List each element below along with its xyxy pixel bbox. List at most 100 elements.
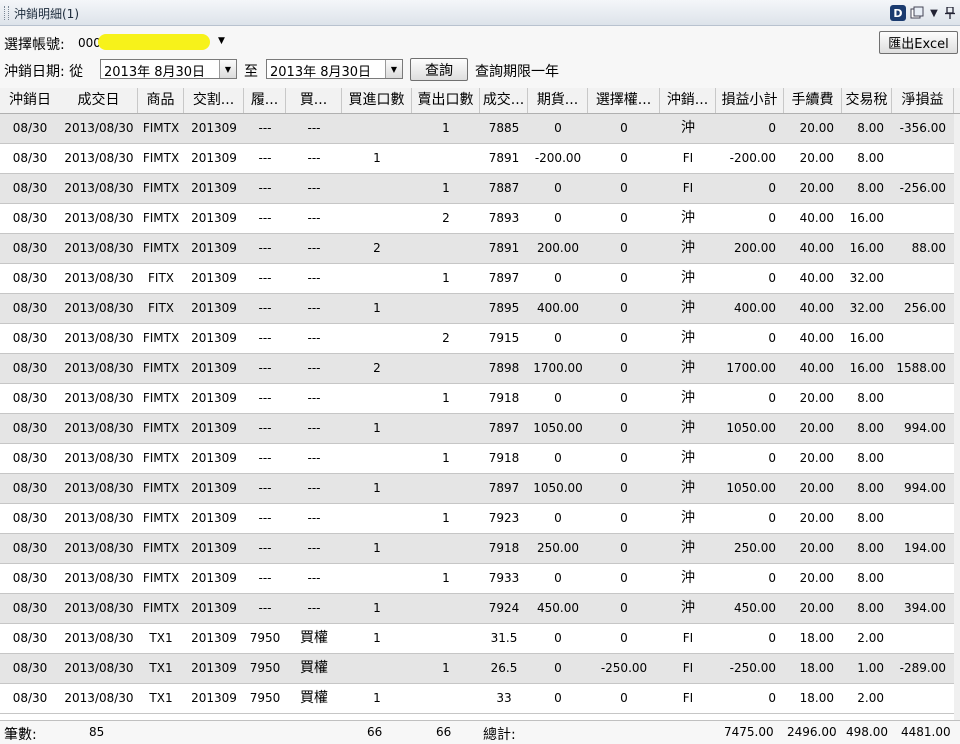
- vertical-scrollbar[interactable]: [954, 114, 960, 720]
- account-select[interactable]: 000 ▼: [76, 33, 230, 53]
- table-row[interactable]: 08/30 2013/08/30 TX1 201309 7950 買權 1 33 0 0 FI 0 18…: [0, 684, 954, 714]
- table-row[interactable]: 08/30 2013/08/30 FIMTX 201309 --- --- 1 7887 0 0 F…: [0, 174, 954, 204]
- calendar-dropdown-icon[interactable]: ▼: [385, 60, 402, 78]
- table-row[interactable]: 08/30 2013/08/30 FIMTX 201309 --- --- 1 7891 -20…: [0, 144, 954, 174]
- date-to-picker[interactable]: 2013年 8月30日 ▼: [266, 59, 403, 80]
- cell-delivery-month: 201309: [191, 181, 237, 195]
- sell-total: 66: [436, 725, 452, 739]
- query-button[interactable]: 查詢: [410, 58, 468, 81]
- table-row[interactable]: 08/30 2013/08/30 FIMTX 201309 --- --- 1 7924 450…: [0, 594, 954, 624]
- column-header-strike[interactable]: 履...: [244, 88, 286, 113]
- date-from-picker[interactable]: 2013年 8月30日 ▼: [100, 59, 237, 80]
- column-header-net-pl[interactable]: 淨損益: [892, 88, 954, 113]
- calendar-dropdown-icon[interactable]: ▼: [219, 60, 236, 78]
- cell-offset-date: 08/30: [12, 241, 48, 255]
- cell-strike: ---: [258, 511, 272, 525]
- cell-sell-qty: [412, 594, 480, 623]
- table-row[interactable]: 08/30 2013/08/30 FITX 201309 --- --- 1 7897 0 0 沖 0…: [0, 264, 954, 294]
- column-header-delivery-month[interactable]: 交割...: [184, 88, 244, 113]
- table-row[interactable]: 08/30 2013/08/30 FIMTX 201309 --- --- 2 7915 0 0 沖…: [0, 324, 954, 354]
- column-header-offset-type[interactable]: 沖銷...: [660, 88, 716, 113]
- cell-product: FIMTX: [142, 451, 180, 465]
- table-row[interactable]: 08/30 2013/08/30 FIMTX 201309 --- --- 1 7923 0 0 沖…: [0, 504, 954, 534]
- record-count: 85: [89, 725, 105, 739]
- table-row[interactable]: 08/30 2013/08/30 FIMTX 201309 --- --- 1 7933 0 0 沖…: [0, 564, 954, 594]
- cell-trade-price: 7923: [488, 511, 520, 525]
- cell-net-pl: [892, 444, 946, 473]
- cell-trade-date: 2013/08/30: [64, 211, 134, 225]
- table-row[interactable]: 08/30 2013/08/30 FIMTX 201309 --- --- 1 7897 105…: [0, 474, 954, 504]
- column-header-call-put[interactable]: 買...: [286, 88, 342, 113]
- cell-sell-qty: [412, 234, 480, 263]
- column-header-buy-qty[interactable]: 買進口數: [342, 88, 412, 113]
- cell-trade-date: 2013/08/30: [64, 151, 134, 165]
- table-row[interactable]: 08/30 2013/08/30 FIMTX 201309 --- --- 1 7897 105…: [0, 414, 954, 444]
- cell-product: FIMTX: [142, 391, 180, 405]
- count-label: 筆數:: [4, 727, 37, 743]
- cell-strike: ---: [258, 121, 272, 135]
- pin-icon[interactable]: [944, 5, 956, 21]
- cell-net-pl: [892, 624, 946, 653]
- column-header-futures-pl[interactable]: 期貨...: [528, 88, 588, 113]
- column-header-pl-subtotal[interactable]: 損益小計: [716, 88, 784, 113]
- cell-options-pl: 0: [620, 421, 628, 435]
- cell-sell-qty: 1: [442, 271, 450, 285]
- cell-sell-qty: [412, 534, 480, 563]
- cell-pl-subtotal: 450.00: [734, 601, 776, 615]
- cell-net-pl: [892, 144, 946, 173]
- column-header-options-pl[interactable]: 選擇權...: [588, 88, 660, 113]
- cell-trade-date: 2013/08/30: [64, 331, 134, 345]
- cell-buy-qty: [342, 504, 412, 533]
- column-header-trade-price[interactable]: 成交...: [480, 88, 528, 113]
- cell-trade-date: 2013/08/30: [64, 241, 134, 255]
- table-row[interactable]: 08/30 2013/08/30 FITX 201309 --- --- 1 7895 400.…: [0, 294, 954, 324]
- table-row[interactable]: 08/30 2013/08/30 FIMTX 201309 --- --- 1 7918 0 0 沖…: [0, 444, 954, 474]
- table-row[interactable]: 08/30 2013/08/30 FIMTX 201309 --- --- 2 7891 200…: [0, 234, 954, 264]
- d-logo-icon[interactable]: D: [890, 5, 906, 21]
- column-header-fee[interactable]: 手續費: [784, 88, 842, 113]
- column-header-trade-date[interactable]: 成交日: [60, 88, 138, 113]
- cell-strike: ---: [258, 361, 272, 375]
- column-header-product[interactable]: 商品: [138, 88, 184, 113]
- table-row[interactable]: 08/30 2013/08/30 TX1 201309 7950 買權 1 26.5 0 -250…: [0, 654, 954, 684]
- cell-product: TX1: [149, 661, 173, 675]
- cell-pl-subtotal: 1700.00: [726, 361, 776, 375]
- cell-trade-date: 2013/08/30: [64, 631, 134, 645]
- column-header-sell-qty[interactable]: 賣出口數: [412, 88, 480, 113]
- cell-pl-subtotal: 0: [768, 691, 776, 705]
- cell-offset-date: 08/30: [12, 481, 48, 495]
- cell-delivery-month: 201309: [191, 451, 237, 465]
- cell-net-pl: [892, 264, 946, 293]
- column-header-trade-tax[interactable]: 交易稅: [842, 88, 892, 113]
- export-excel-button[interactable]: 匯出Excel: [879, 31, 958, 54]
- cell-call-put: ---: [307, 361, 321, 375]
- cell-options-pl: 0: [620, 361, 628, 375]
- cell-net-pl: 994.00: [904, 421, 946, 435]
- table-row[interactable]: 08/30 2013/08/30 TX1 201309 7950 買權 1 31.5 0 0 FI 0…: [0, 624, 954, 654]
- cell-options-pl: 0: [620, 451, 628, 465]
- copy-window-icon[interactable]: [910, 5, 924, 21]
- table-row[interactable]: 08/30 2013/08/30 FIMTX 201309 --- --- 1 7918 250…: [0, 534, 954, 564]
- cell-strike: ---: [258, 481, 272, 495]
- cell-futures-pl: -200.00: [534, 151, 582, 165]
- total-label: 總計:: [483, 727, 516, 743]
- chevron-down-icon[interactable]: ▼: [928, 5, 940, 21]
- cell-net-pl: 994.00: [904, 481, 946, 495]
- chevron-down-icon[interactable]: ▼: [218, 36, 225, 46]
- cell-buy-qty: 1: [373, 691, 381, 705]
- cell-sell-qty: 1: [442, 391, 450, 405]
- table-row[interactable]: 08/30 2013/08/30 FIMTX 201309 --- --- 2 7893 0 0 沖…: [0, 204, 954, 234]
- column-header-offset-date[interactable]: 沖銷日: [0, 88, 60, 113]
- cell-trade-tax: 2.00: [857, 631, 884, 645]
- redaction-mark: [98, 34, 210, 50]
- table-row[interactable]: 08/30 2013/08/30 FIMTX 201309 --- --- 1 7885 0 0 沖…: [0, 114, 954, 144]
- drag-grip-icon[interactable]: [4, 6, 9, 20]
- cell-offset-date: 08/30: [12, 631, 48, 645]
- cell-call-put: ---: [307, 541, 321, 555]
- table-row[interactable]: 08/30 2013/08/30 FIMTX 201309 --- --- 2 7898 170…: [0, 354, 954, 384]
- cell-options-pl: 0: [620, 301, 628, 315]
- cell-buy-qty: 1: [373, 301, 381, 315]
- cell-product: FIMTX: [142, 511, 180, 525]
- cell-net-pl: [892, 384, 946, 413]
- table-row[interactable]: 08/30 2013/08/30 FIMTX 201309 --- --- 1 7918 0 0 沖…: [0, 384, 954, 414]
